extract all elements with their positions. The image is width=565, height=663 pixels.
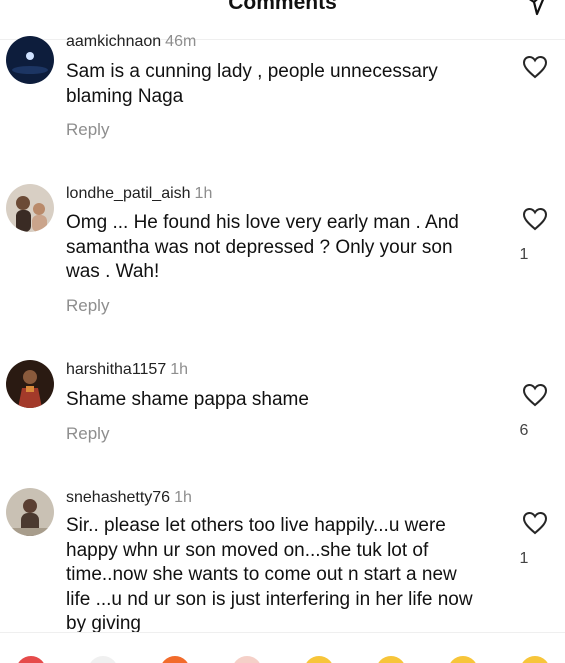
comment-time: 1h	[194, 185, 213, 202]
comment-meta: snehashetty76 1h	[66, 489, 192, 507]
avatar[interactable]	[6, 184, 54, 232]
username[interactable]: harshitha1157	[66, 361, 166, 378]
avatar[interactable]	[6, 36, 54, 84]
comment-time: 46m	[165, 33, 197, 50]
avatar[interactable]	[6, 360, 54, 408]
reply-button[interactable]: Reply	[66, 296, 109, 316]
page-title: Comments	[228, 0, 337, 14]
reply-button[interactable]: Reply	[66, 424, 109, 444]
raised-hands-emoji-icon[interactable]	[232, 656, 262, 663]
comment-meta: aamkichnaon 46m	[66, 33, 196, 51]
crying-emoji-icon[interactable]	[304, 656, 334, 663]
emoji-reaction-bar	[0, 632, 565, 663]
comment-time: 1h	[174, 489, 192, 506]
heart-emoji-icon[interactable]	[16, 656, 46, 663]
like-count[interactable]: 1	[500, 246, 548, 264]
heart-icon[interactable]	[522, 207, 548, 231]
heart-eyes-emoji-icon[interactable]	[376, 656, 406, 663]
heart-icon[interactable]	[522, 511, 548, 535]
username[interactable]: londhe_patil_aish	[66, 185, 191, 202]
comment-text: Omg ... He found his love very early man…	[66, 212, 459, 282]
like-count[interactable]: 6	[500, 422, 548, 440]
fire-emoji-icon[interactable]	[160, 656, 190, 663]
heart-icon[interactable]	[522, 383, 548, 407]
comment-meta: harshitha1157 1h	[66, 361, 188, 379]
comment-text: Sam is a cunning lady , people unnecessa…	[66, 61, 438, 107]
username[interactable]: snehashetty76	[66, 489, 170, 506]
comment-meta: londhe_patil_aish 1h	[66, 185, 212, 203]
avatar[interactable]	[6, 488, 54, 536]
like-count[interactable]: 1	[500, 550, 548, 568]
comment-time: 1h	[170, 361, 189, 378]
laughing-emoji-icon[interactable]	[520, 656, 550, 663]
reply-button[interactable]: Reply	[66, 120, 109, 140]
clap-emoji-icon[interactable]	[88, 656, 118, 663]
username[interactable]: aamkichnaon	[66, 33, 161, 50]
comment-text: Shame shame pappa shame	[66, 389, 309, 410]
share-icon[interactable]	[523, 0, 549, 18]
comment-text: Sir.. please let others too live happily…	[66, 515, 473, 632]
surprised-emoji-icon[interactable]	[448, 656, 478, 663]
heart-icon[interactable]	[522, 55, 548, 79]
